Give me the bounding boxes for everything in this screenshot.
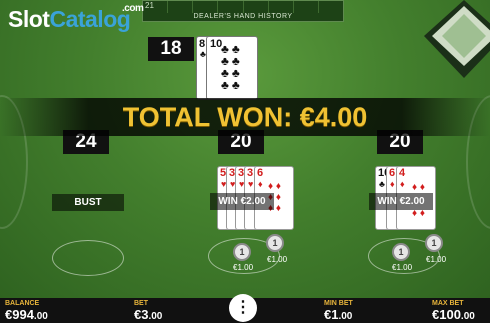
dealer-score: 18: [148, 37, 194, 61]
card-rank: 4: [399, 167, 406, 179]
card-shoe: [424, 0, 490, 78]
menu-icon[interactable]: ⋮: [229, 294, 257, 322]
chip-value: €1.00: [233, 263, 254, 272]
card-rank: 6: [257, 167, 264, 179]
max-bet-value: €100.00: [432, 307, 475, 322]
history-cell: [193, 1, 219, 13]
watermark-com: .com: [122, 3, 144, 14]
diamond-icon: ♦: [390, 179, 395, 189]
win-text: WIN: [218, 196, 238, 207]
club-icon: ♣: [379, 179, 385, 189]
dealer-card: 10 ♣♣ ♣♣ ♣♣ ♣♣: [206, 36, 258, 100]
history-cell: [269, 1, 294, 13]
chip-value: €1.00: [267, 255, 288, 264]
win-text: WIN: [377, 196, 397, 207]
history-cell: [319, 1, 343, 13]
slotcatalog-watermark: SlotCatalog .com: [8, 3, 144, 33]
chip: 1: [266, 234, 284, 252]
bet-spot-1[interactable]: [52, 240, 124, 276]
total-won-text: TOTAL WON: €4.00: [122, 102, 368, 132]
history-cell: [218, 1, 244, 13]
heart-icon: ♥: [248, 179, 254, 189]
card-rank: 6: [389, 167, 396, 179]
bet-label: BET: [134, 300, 148, 307]
bust-label: BUST: [52, 194, 124, 211]
min-bet-label: MIN BET: [324, 300, 353, 307]
diamond-icon: ♦: [400, 179, 405, 189]
chip: 1: [425, 234, 443, 252]
win-amount: €2.00: [399, 196, 425, 207]
chip: 1: [233, 243, 251, 261]
history-cell: [244, 1, 269, 13]
max-bet-label: MAX BET: [432, 300, 464, 307]
balance-value: €994.00: [5, 307, 48, 322]
diamond-icon: ♦: [258, 179, 263, 189]
history-cell: [168, 1, 194, 13]
bet-value: €3.00: [134, 307, 163, 322]
history-label: DEALER'S HAND HISTORY: [193, 13, 293, 20]
chip: 1: [392, 243, 410, 261]
chip-value: €1.00: [426, 255, 447, 264]
history-cell: 21: [143, 1, 169, 13]
chip-value: €1.00: [392, 263, 413, 272]
watermark-catalog: Catalog: [49, 6, 131, 32]
club-icon: ♣♣ ♣♣ ♣♣ ♣♣: [221, 42, 243, 92]
watermark-slot: Slot: [8, 6, 50, 32]
min-bet-value: €1.00: [324, 307, 353, 322]
history-cell: [294, 1, 319, 13]
balance-label: BALANCE: [5, 300, 40, 307]
win-label-hand-2: WIN €2.00: [210, 193, 274, 210]
win-amount: €2.00: [240, 196, 266, 207]
total-won-banner: TOTAL WON: €4.00: [0, 98, 490, 136]
win-label-hand-3: WIN €2.00: [369, 193, 433, 210]
dealer-history-strip[interactable]: 21 DEALER'S HAND HISTORY: [142, 0, 344, 22]
card-rank: 3: [247, 167, 254, 179]
blackjack-table: 21 DEALER'S HAND HISTORY 18 8 ♣ 10 ♣♣ ♣♣ ♣…: [0, 0, 490, 298]
